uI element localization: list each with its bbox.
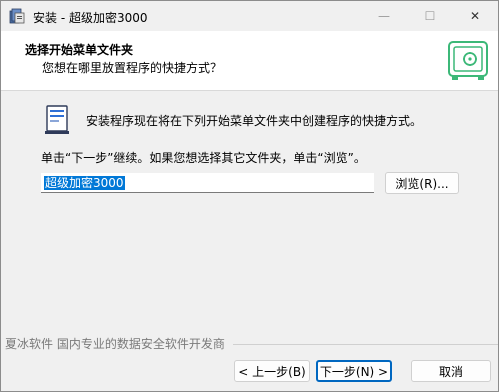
folder-input-value: 超级加密3000: [44, 176, 125, 190]
back-button[interactable]: < 上一步(B): [234, 360, 310, 382]
wizard-header: 选择开始菜单文件夹 您想在哪里放置程序的快捷方式？: [1, 31, 498, 91]
minimize-icon: —: [378, 9, 390, 23]
close-icon: ✕: [469, 9, 481, 23]
safe-icon: [448, 41, 488, 80]
installer-app-icon: [9, 8, 25, 24]
computer-icon: [45, 105, 69, 134]
maximize-button[interactable]: ☐: [407, 1, 453, 31]
start-menu-folder-input[interactable]: 超级加密3000: [41, 173, 374, 193]
title-bar[interactable]: 安装 - 超级加密3000 — ☐ ✕: [1, 1, 498, 31]
cancel-button[interactable]: 取消: [411, 360, 491, 382]
maximize-icon: ☐: [424, 9, 436, 23]
brand-tagline: 夏冰软件 国内专业的数据安全软件开发商: [5, 337, 225, 351]
next-button[interactable]: 下一步(N) >: [316, 360, 392, 382]
minimize-button[interactable]: —: [361, 1, 407, 31]
page-title: 选择开始菜单文件夹: [25, 43, 134, 57]
browse-button[interactable]: 浏览(R)...: [385, 172, 459, 194]
window-title: 安装 - 超级加密3000: [33, 11, 148, 25]
hint-text: 单击“下一步”继续。如果您想选择其它文件夹，单击“浏览”。: [41, 151, 366, 165]
close-button[interactable]: ✕: [452, 1, 498, 31]
installer-window: 安装 - 超级加密3000 — ☐ ✕ 选择开始菜单文件夹 您想在哪里放置程序的…: [0, 0, 499, 392]
page-subtitle: 您想在哪里放置程序的快捷方式？: [42, 61, 223, 75]
intro-text: 安装程序现在将在下列开始菜单文件夹中创建程序的快捷方式。: [86, 114, 423, 128]
footer-divider: [233, 344, 498, 345]
